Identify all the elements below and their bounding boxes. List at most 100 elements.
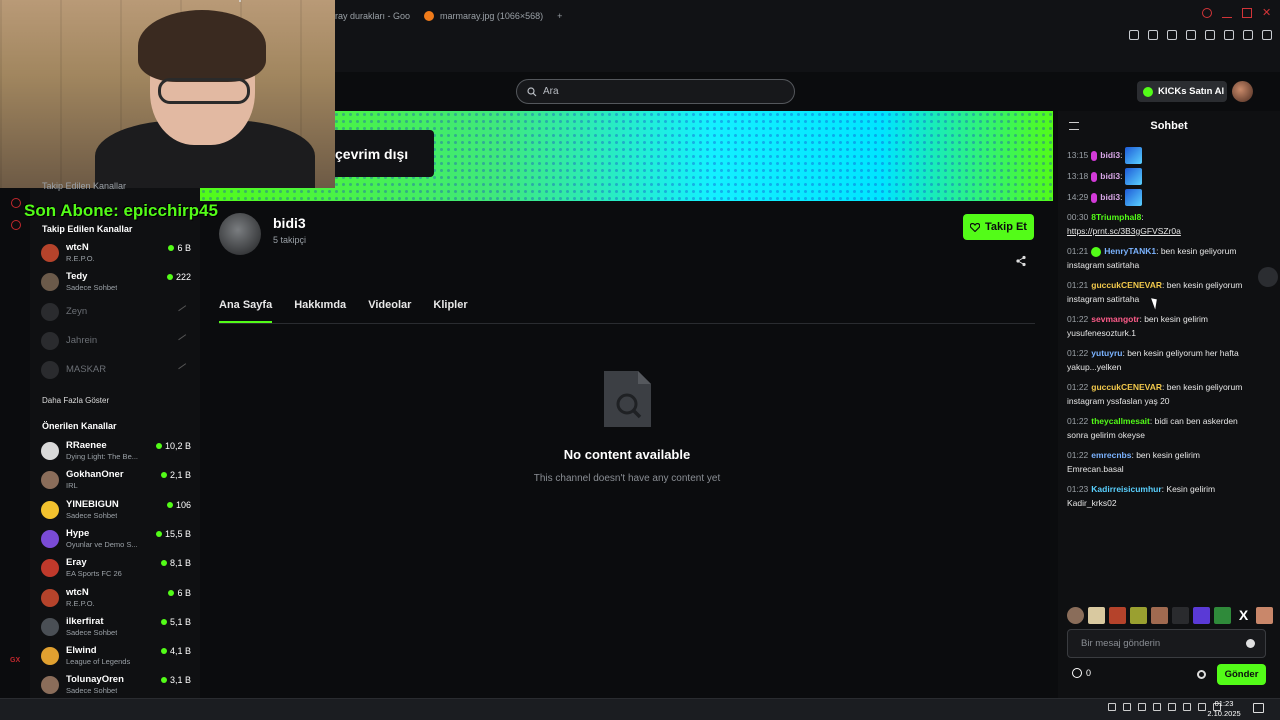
verified-badge-icon xyxy=(1091,246,1102,257)
scroll-to-latest-button[interactable] xyxy=(1258,267,1278,287)
share-icon[interactable] xyxy=(1015,255,1027,267)
channel-points[interactable]: 0 xyxy=(1072,668,1091,678)
tray-network-icon[interactable] xyxy=(1183,703,1191,711)
message-username[interactable]: Kadirreisicumhur xyxy=(1091,484,1161,494)
following-heading: Takip Edilen Kanallar xyxy=(42,224,133,234)
chat-settings-icon[interactable] xyxy=(1197,670,1206,679)
emote-button[interactable] xyxy=(1130,607,1147,624)
send-button[interactable]: Gönder xyxy=(1217,664,1266,685)
heart-icon xyxy=(970,222,980,232)
channel-category: Sadece Sohbet xyxy=(66,686,118,696)
channel-name: MASKAR xyxy=(66,364,107,376)
message-time: 01:21 xyxy=(1067,246,1089,256)
tab-videos[interactable]: Videolar xyxy=(368,299,411,323)
sidebar-channel[interactable]: Elwind League of Legends 4,1 B xyxy=(41,644,191,670)
message-username[interactable]: emrecnbs xyxy=(1091,450,1131,460)
profile-icon[interactable] xyxy=(1224,30,1234,40)
emote-button[interactable] xyxy=(1109,607,1126,624)
browser-tab[interactable]: marmaray.jpg (1066×568) xyxy=(424,11,543,21)
download-icon[interactable] xyxy=(1243,30,1253,40)
tray-mic-icon[interactable] xyxy=(1138,703,1146,711)
message-username[interactable]: bidi3 xyxy=(1100,192,1120,202)
emote-button[interactable] xyxy=(1172,607,1189,624)
sidebar-channel[interactable]: ilkerfirat Sadece Sohbet 5,1 B xyxy=(41,615,191,641)
message-username[interactable]: sevmangotr xyxy=(1091,314,1139,324)
box-icon[interactable] xyxy=(1205,30,1215,40)
message-username[interactable]: bidi3 xyxy=(1100,171,1120,181)
minimize-icon[interactable] xyxy=(1222,8,1232,18)
tray-usb-icon[interactable] xyxy=(1123,703,1131,711)
message-link[interactable]: https://prnt.sc/3B3gGFVSZr0a xyxy=(1067,224,1257,238)
emote-button[interactable] xyxy=(1088,607,1105,624)
tray-app-icon[interactable] xyxy=(1153,703,1161,711)
menu-icon[interactable] xyxy=(1262,30,1272,40)
buy-kicks-button[interactable]: KICKs Satın Al xyxy=(1137,81,1227,102)
sidebar-channel[interactable]: wtcN R.E.P.O. 6 B xyxy=(41,586,191,612)
obs-icon[interactable] xyxy=(239,0,241,2)
sidebar-channel[interactable]: YINEBIGUN Sadece Sohbet 106 xyxy=(41,498,191,524)
live-dot-icon xyxy=(168,589,175,596)
channel-avatar xyxy=(41,361,59,380)
sidebar-channel[interactable]: Hype Oyunlar ve Demo S... 15,5 B xyxy=(41,527,191,553)
tab-home[interactable]: Ana Sayfa xyxy=(219,299,273,323)
maximize-icon[interactable] xyxy=(1242,8,1252,18)
notification-icon[interactable] xyxy=(1253,703,1264,713)
tab-about[interactable]: Hakkımda xyxy=(294,299,346,323)
search-icon[interactable] xyxy=(1202,8,1212,18)
offline-icon xyxy=(178,334,191,347)
message-username[interactable]: 8Triumphal8 xyxy=(1091,212,1141,222)
sidebar-channel[interactable]: RRaenee Dying Light: The Be... 10,2 B xyxy=(41,439,191,465)
channel-avatar xyxy=(41,529,59,548)
taskbar-clock[interactable]: 01:23 2.10.2025 xyxy=(1204,698,1244,719)
user-avatar[interactable] xyxy=(1232,81,1253,102)
broadcaster-badge-icon xyxy=(1091,171,1098,182)
sidebar-channel[interactable]: MASKAR xyxy=(41,358,191,384)
sidebar-channel[interactable]: Eray EA Sports FC 26 8,1 B xyxy=(41,556,191,582)
emote-button[interactable] xyxy=(1193,607,1210,624)
emote-button[interactable] xyxy=(1256,607,1273,624)
message-username[interactable]: guccukCENEVAR xyxy=(1091,382,1162,392)
live-dot-icon xyxy=(168,245,175,251)
sidebar-channel[interactable]: GokhanOner IRL 2,1 B xyxy=(41,468,191,494)
channel-name: Tedy xyxy=(66,271,88,283)
channel-avatar xyxy=(219,213,261,255)
offline-label: çevrim dışı xyxy=(335,145,409,162)
message-username[interactable]: HenryTANK1 xyxy=(1104,246,1156,256)
show-more-link[interactable]: Daha Fazla Göster xyxy=(42,396,109,405)
tray-chevron-icon[interactable] xyxy=(1108,703,1116,711)
chat-emote-icon xyxy=(1124,147,1142,164)
extensions-icon[interactable] xyxy=(1186,30,1196,40)
emote-button[interactable] xyxy=(1067,607,1084,624)
channel-category: IRL xyxy=(66,481,78,491)
collapse-chat-icon[interactable] xyxy=(1069,122,1079,130)
emote-button[interactable]: X xyxy=(1235,607,1252,624)
screenshot-icon[interactable] xyxy=(1129,30,1139,40)
shield-icon[interactable] xyxy=(1148,30,1158,40)
message-username[interactable]: guccukCENEVAR xyxy=(1091,280,1162,290)
chat-message-input[interactable]: Bir mesaj gönderin xyxy=(1067,629,1266,658)
tray-app-icon[interactable] xyxy=(1168,703,1176,711)
emote-button[interactable] xyxy=(1214,607,1231,624)
sidebar-channel[interactable]: wtcN R.E.P.O. 6 B xyxy=(41,241,191,267)
message-username[interactable]: yutuyru xyxy=(1091,348,1122,358)
emote-button[interactable] xyxy=(1151,607,1168,624)
tab-clips[interactable]: Klipler xyxy=(433,299,467,323)
browser-tab[interactable]: ray durakları - Goo xyxy=(335,11,410,21)
sidebar-channel[interactable]: TolunayOren Sadece Sohbet 3,1 B xyxy=(41,673,191,699)
message-username[interactable]: theycallmesait xyxy=(1091,416,1150,426)
viewer-count-value: 2,1 B xyxy=(169,470,191,481)
sidebar-channel[interactable]: Tedy Sadece Sohbet 222 xyxy=(41,270,191,296)
rail-home-icon[interactable] xyxy=(11,198,21,208)
close-icon[interactable]: ✕ xyxy=(1262,8,1272,19)
sidebar-channel[interactable]: Zeyn xyxy=(41,300,191,326)
emoji-picker-icon[interactable] xyxy=(1246,639,1255,648)
heart-icon[interactable] xyxy=(1167,30,1177,40)
search-input[interactable]: Ara xyxy=(516,79,795,104)
chat-message: 01:22 guccukCENEVAR: ben kesin geliyorum … xyxy=(1067,380,1257,408)
new-tab-button[interactable]: + xyxy=(557,11,562,21)
viewer-count-value: 5,1 B xyxy=(169,616,191,627)
message-username[interactable]: bidi3 xyxy=(1100,150,1120,160)
sidebar-channel[interactable]: Jahrein xyxy=(41,329,191,355)
rail-settings-icon[interactable] xyxy=(11,220,21,230)
follow-button[interactable]: Takip Et xyxy=(963,214,1034,240)
